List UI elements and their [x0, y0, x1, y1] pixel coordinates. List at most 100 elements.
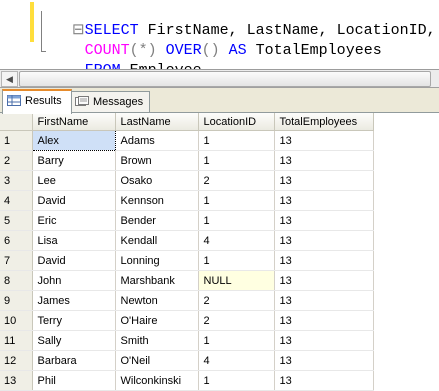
column-header-totalemployees[interactable]: TotalEmployees	[274, 113, 374, 131]
cell-totalemployees[interactable]: 13	[274, 290, 374, 311]
table-row[interactable]: 7 David Lonning 1 13	[0, 250, 374, 271]
row-number[interactable]: 10	[0, 310, 33, 331]
table-row[interactable]: 10 Terry O'Haire 2 13	[0, 310, 374, 331]
cell-totalemployees[interactable]: 13	[274, 150, 374, 171]
cell-totalemployees[interactable]: 13	[274, 170, 374, 191]
table-row[interactable]: 12 Barbara O'Neil 4 13	[0, 350, 374, 371]
editor-gutter	[0, 0, 24, 69]
table-row[interactable]: 1 Alex Adams 1 13	[0, 130, 374, 151]
cell-firstname[interactable]: Phil	[32, 370, 116, 391]
cell-lastname[interactable]: Smith	[115, 330, 199, 351]
cell-totalemployees[interactable]: 13	[274, 350, 374, 371]
cell-locationid[interactable]: 1	[198, 150, 275, 171]
cell-firstname[interactable]: Alex	[31, 130, 116, 151]
cell-locationid[interactable]: 1	[198, 210, 275, 231]
cell-totalemployees[interactable]: 13	[274, 130, 374, 151]
cell-lastname[interactable]: O'Neil	[115, 350, 199, 371]
cell-locationid[interactable]: 1	[198, 330, 275, 351]
cell-locationid[interactable]: 1	[198, 130, 275, 151]
cell-locationid[interactable]: NULL	[198, 270, 275, 291]
table-row[interactable]: 5 Eric Bender 1 13	[0, 210, 374, 231]
cell-lastname[interactable]: O'Haire	[115, 310, 199, 331]
header-row: FirstName LastName LocationID TotalEmplo…	[0, 113, 374, 131]
row-number[interactable]: 4	[0, 190, 33, 211]
table-row[interactable]: 8 John Marshbank NULL 13	[0, 270, 374, 291]
scrollbar-thumb[interactable]	[19, 71, 431, 87]
tab-messages-label: Messages	[93, 96, 144, 108]
cell-lastname[interactable]: Kendall	[115, 230, 199, 251]
row-number[interactable]: 5	[0, 210, 33, 231]
sql-line-3[interactable]: ⊟FROM Employee	[36, 41, 202, 69]
cell-totalemployees[interactable]: 13	[274, 250, 374, 271]
cell-lastname[interactable]: Wilconkinski	[115, 370, 199, 391]
cell-firstname[interactable]: Eric	[32, 210, 116, 231]
cell-firstname[interactable]: Lisa	[32, 230, 116, 251]
row-number[interactable]: 6	[0, 230, 33, 251]
corner-cell[interactable]	[0, 113, 33, 131]
sql-keyword-as: AS	[219, 42, 247, 59]
cell-locationid[interactable]: 4	[198, 230, 275, 251]
cell-totalemployees[interactable]: 13	[274, 370, 374, 391]
cell-locationid[interactable]: 2	[198, 290, 275, 311]
row-number[interactable]: 11	[0, 330, 33, 351]
sql-alias: TotalEmployees	[246, 42, 382, 59]
cell-locationid[interactable]: 1	[198, 190, 275, 211]
cell-firstname[interactable]: Barbara	[32, 350, 116, 371]
cell-locationid[interactable]: 1	[198, 250, 275, 271]
tab-results-label: Results	[25, 95, 62, 107]
cell-totalemployees[interactable]: 13	[274, 330, 374, 351]
row-number[interactable]: 2	[0, 150, 33, 171]
row-number[interactable]: 9	[0, 290, 33, 311]
cell-locationid[interactable]: 4	[198, 350, 275, 371]
cell-totalemployees[interactable]: 13	[274, 310, 374, 331]
table-row[interactable]: 2 Barry Brown 1 13	[0, 150, 374, 171]
cell-locationid[interactable]: 2	[198, 170, 275, 191]
editor-horizontal-scrollbar[interactable]: ◀	[0, 70, 439, 88]
table-row[interactable]: 13 Phil Wilconkinski 1 13	[0, 370, 374, 391]
cell-firstname[interactable]: Sally	[32, 330, 116, 351]
cell-lastname[interactable]: Kennson	[115, 190, 199, 211]
cell-lastname[interactable]: Marshbank	[115, 270, 199, 291]
row-number[interactable]: 1	[0, 130, 33, 151]
cell-lastname[interactable]: Lonning	[115, 250, 199, 271]
cell-lastname[interactable]: Brown	[115, 150, 199, 171]
row-number[interactable]: 3	[0, 170, 33, 191]
results-table: FirstName LastName LocationID TotalEmplo…	[0, 113, 374, 391]
results-grid[interactable]: FirstName LastName LocationID TotalEmplo…	[0, 113, 439, 391]
cell-firstname[interactable]: Lee	[32, 170, 116, 191]
cell-firstname[interactable]: David	[32, 190, 116, 211]
row-number[interactable]: 7	[0, 250, 33, 271]
column-header-locationid[interactable]: LocationID	[198, 113, 275, 131]
table-row[interactable]: 9 James Newton 2 13	[0, 290, 374, 311]
cell-firstname[interactable]: Terry	[32, 310, 116, 331]
row-number[interactable]: 8	[0, 270, 33, 291]
cell-lastname[interactable]: Adams	[115, 130, 199, 151]
cell-totalemployees[interactable]: 13	[274, 230, 374, 251]
cell-locationid[interactable]: 1	[198, 370, 275, 391]
cell-lastname[interactable]: Newton	[115, 290, 199, 311]
table-row[interactable]: 3 Lee Osako 2 13	[0, 170, 374, 191]
table-row[interactable]: 11 Sally Smith 1 13	[0, 330, 374, 351]
table-row[interactable]: 6 Lisa Kendall 4 13	[0, 230, 374, 251]
cell-firstname[interactable]: John	[32, 270, 116, 291]
tab-messages[interactable]: Messages	[70, 91, 150, 112]
table-row[interactable]: 4 David Kennson 1 13	[0, 190, 374, 211]
cell-lastname[interactable]: Osako	[115, 170, 199, 191]
grid-icon	[7, 95, 21, 106]
tab-results[interactable]: Results	[2, 89, 72, 114]
cell-firstname[interactable]: David	[32, 250, 116, 271]
message-icon	[75, 96, 89, 106]
column-header-firstname[interactable]: FirstName	[32, 113, 116, 131]
row-number[interactable]: 13	[0, 370, 33, 391]
column-header-lastname[interactable]: LastName	[115, 113, 199, 131]
arrow-left-icon[interactable]: ◀	[1, 71, 18, 87]
cell-totalemployees[interactable]: 13	[274, 270, 374, 291]
cell-totalemployees[interactable]: 13	[274, 210, 374, 231]
cell-locationid[interactable]: 2	[198, 310, 275, 331]
row-number[interactable]: 12	[0, 350, 33, 371]
cell-firstname[interactable]: James	[32, 290, 116, 311]
sql-editor[interactable]: ⊟SELECT FirstName, LastName, LocationID,…	[0, 0, 439, 70]
cell-totalemployees[interactable]: 13	[274, 190, 374, 211]
cell-lastname[interactable]: Bender	[115, 210, 199, 231]
cell-firstname[interactable]: Barry	[32, 150, 116, 171]
